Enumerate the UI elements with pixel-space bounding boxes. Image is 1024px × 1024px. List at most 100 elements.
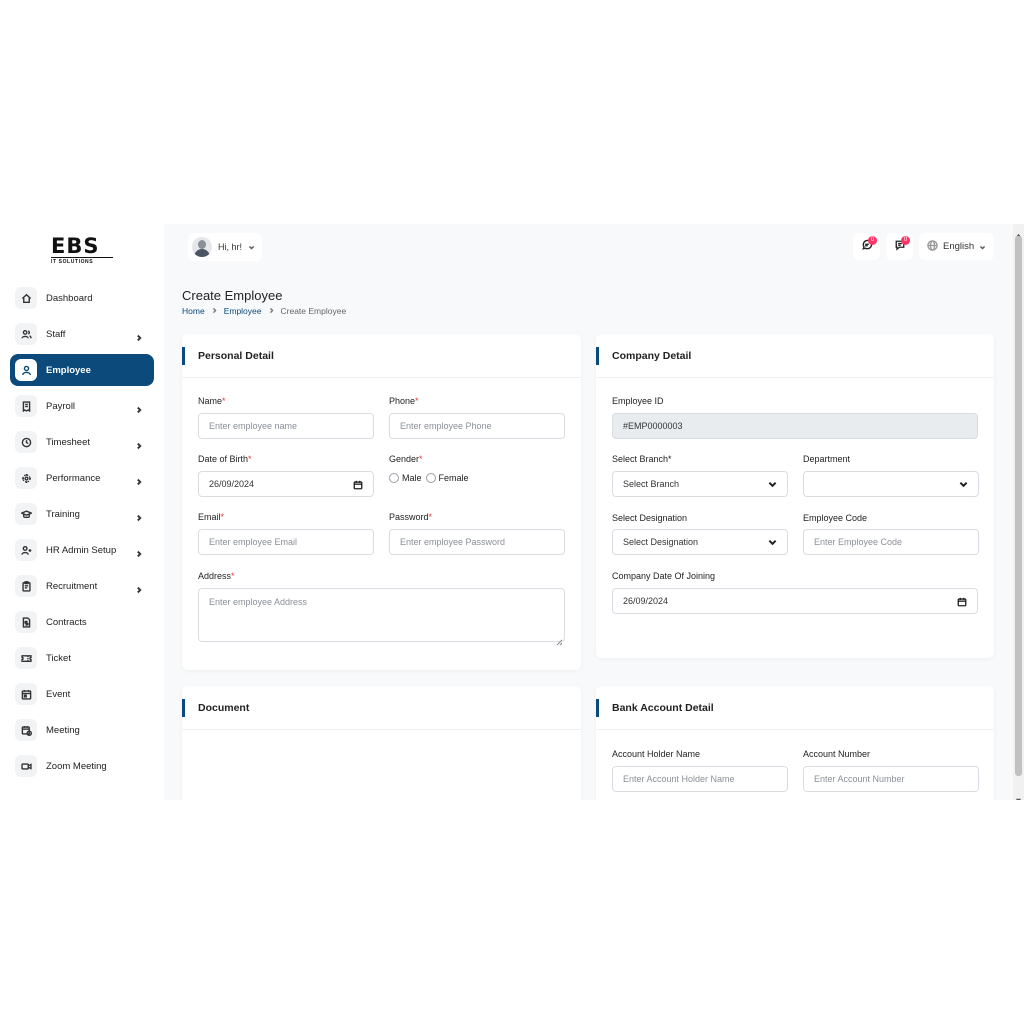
sidebar-item-dashboard[interactable]: Dashboard [10, 282, 154, 314]
graduation-cap-icon [15, 503, 37, 525]
sidebar-item-label: Meeting [46, 724, 80, 736]
gender-female-label[interactable]: Female [439, 473, 469, 483]
clipboard-icon [15, 575, 37, 597]
file-dollar-icon [15, 611, 37, 633]
branch-label: Select Branch* [612, 454, 672, 464]
address-textarea[interactable] [198, 588, 565, 642]
required-mark: * [428, 512, 433, 522]
dob-value: 26/09/2024 [209, 479, 255, 489]
account-holder-input[interactable] [612, 766, 788, 792]
chat-badge: 0 [868, 236, 877, 245]
resize-handle-icon[interactable] [556, 633, 563, 646]
user-menu-button[interactable]: Hi, hr! [188, 233, 262, 261]
required-mark: * [220, 512, 225, 522]
breadcrumb-employee[interactable]: Employee [224, 306, 262, 316]
required-mark: * [231, 571, 235, 581]
sidebar-item-hr-admin-setup[interactable]: HR Admin Setup [10, 534, 154, 566]
sidebar-item-label: Training [46, 508, 80, 520]
language-selector[interactable]: English [919, 233, 994, 260]
branch-select[interactable]: Select Branch [612, 471, 788, 497]
brand-logo[interactable]: EBS IT SOLUTIONS [51, 236, 113, 265]
name-label: Name* [198, 396, 226, 406]
card-title: Personal Detail [198, 350, 274, 362]
breadcrumb-home[interactable]: Home [182, 306, 205, 316]
scroll-up-arrow-icon[interactable] [1015, 226, 1022, 238]
sidebar-item-zoom-meeting[interactable]: Zoom Meeting [10, 750, 154, 782]
employee-code-label: Employee Code [803, 513, 868, 523]
calendar-icon[interactable] [957, 597, 967, 609]
user-icon [15, 359, 37, 381]
sidebar-item-label: Dashboard [46, 292, 93, 304]
doj-date-input[interactable]: 26/09/2024 [612, 588, 978, 614]
sidebar-item-contracts[interactable]: Contracts [10, 606, 154, 638]
phone-input[interactable] [389, 413, 565, 439]
scroll-down-arrow-icon[interactable] [1015, 791, 1022, 800]
chevron-down-icon [768, 538, 777, 549]
sidebar-item-label: Ticket [46, 652, 71, 664]
calendar-time-icon [15, 719, 37, 741]
chevron-down-icon [768, 480, 777, 491]
required-mark: * [415, 396, 419, 406]
gender-female-radio[interactable] [425, 473, 436, 483]
chevron-right-icon [135, 329, 145, 342]
dob-date-input[interactable]: 26/09/2024 [198, 471, 374, 497]
gender-label-text: Gender [389, 454, 420, 464]
scrollbar-thumb[interactable] [1015, 236, 1022, 776]
video-icon [15, 755, 37, 777]
sidebar-item-performance[interactable]: Performance [10, 462, 154, 494]
logo-sub-text: IT SOLUTIONS [51, 257, 113, 265]
card-header: Document [182, 686, 581, 730]
sidebar-item-staff[interactable]: Staff [10, 318, 154, 350]
chevron-right-icon [135, 545, 145, 558]
designation-select[interactable]: Select Designation [612, 529, 788, 555]
breadcrumb: Home Employee Create Employee [182, 306, 346, 316]
email-label: Email* [198, 512, 224, 522]
sidebar-item-label: Payroll [46, 400, 76, 412]
sidebar-item-recruitment[interactable]: Recruitment [10, 570, 154, 602]
page-title: Create Employee [182, 288, 283, 303]
company-detail-card: Company Detail Employee ID #EMP0000003 S… [596, 334, 994, 658]
breadcrumb-current: Create Employee [280, 306, 347, 316]
gender-male-label[interactable]: Male [402, 473, 422, 483]
card-header: Company Detail [596, 334, 994, 378]
sidebar-item-event[interactable]: Event [10, 678, 154, 710]
calendar-icon[interactable] [353, 480, 363, 492]
email-input[interactable] [198, 529, 374, 555]
card-header: Bank Account Detail [596, 686, 994, 730]
card-title: Bank Account Detail [612, 702, 714, 714]
sidebar-item-label: Performance [46, 472, 101, 484]
branch-select-value: Select Branch [623, 479, 680, 489]
card-title: Document [198, 702, 250, 714]
sidebar-item-timesheet[interactable]: Timesheet [10, 426, 154, 458]
sidebar-item-payroll[interactable]: Payroll [10, 390, 154, 422]
sidebar-nav: Dashboard Staff Employee Payroll Timesheet Pe… [10, 282, 154, 786]
chevron-right-icon [205, 306, 224, 316]
chat-button[interactable]: 0 [853, 233, 880, 260]
sidebar-item-label: Staff [46, 328, 66, 340]
employee-code-input[interactable] [803, 529, 979, 555]
receipt-icon [15, 395, 37, 417]
bank-account-card: Bank Account Detail Account Holder Name … [596, 686, 994, 800]
required-mark: * [248, 454, 252, 464]
sidebar-item-employee[interactable]: Employee [10, 354, 154, 386]
accent-bar [182, 347, 185, 365]
target-icon [15, 467, 37, 489]
department-select[interactable] [803, 471, 979, 497]
gender-male-radio[interactable] [389, 473, 399, 483]
password-input[interactable] [389, 529, 565, 555]
card-title: Company Detail [612, 350, 692, 362]
globe-icon [919, 238, 938, 256]
notification-button[interactable]: 0 [886, 233, 913, 260]
chevron-right-icon [135, 401, 145, 414]
page-scrollbar[interactable] [1013, 224, 1024, 800]
account-number-input[interactable] [803, 766, 979, 792]
account-holder-label: Account Holder Name [612, 749, 701, 759]
sidebar-item-meeting[interactable]: Meeting [10, 714, 154, 746]
name-input[interactable] [198, 413, 374, 439]
user-plus-icon [15, 539, 37, 561]
sidebar-item-training[interactable]: Training [10, 498, 154, 530]
sidebar-item-ticket[interactable]: Ticket [10, 642, 154, 674]
department-label: Department [803, 454, 851, 464]
employee-id-input: #EMP0000003 [612, 413, 978, 439]
accent-bar [182, 699, 185, 717]
